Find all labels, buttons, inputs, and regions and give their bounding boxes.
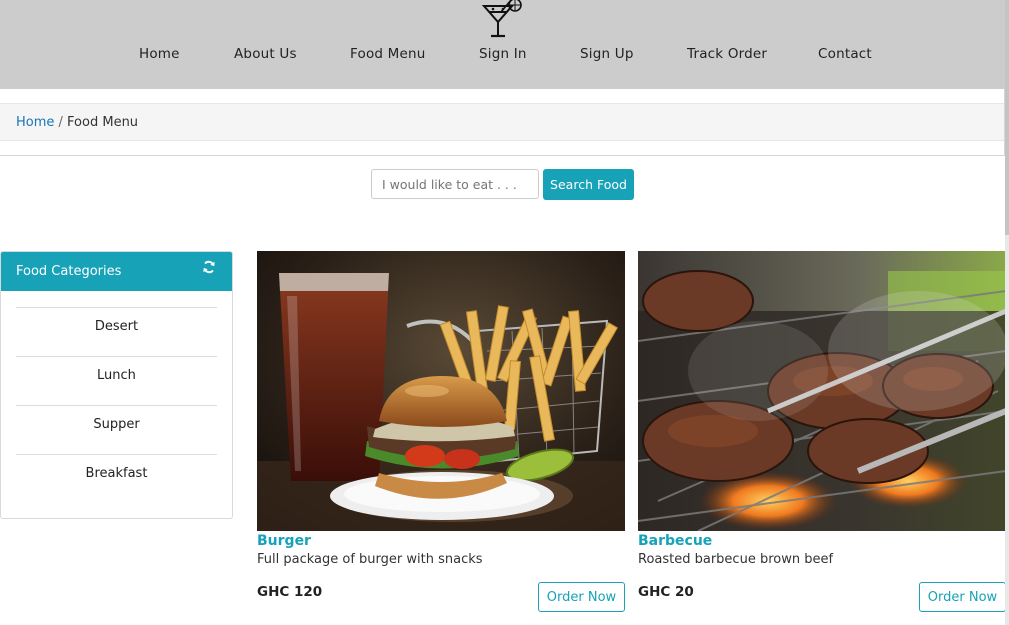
category-desert[interactable]: Desert [16, 307, 217, 356]
food-card-burger: Burger Full package of burger with snack… [257, 251, 625, 625]
cocktail-logo-icon[interactable] [481, 0, 525, 40]
food-title[interactable]: Barbecue [638, 533, 712, 549]
food-description: Full package of burger with snacks [257, 552, 483, 567]
order-now-button[interactable]: Order Now [919, 582, 1006, 612]
food-categories-title: Food Categories [16, 264, 122, 279]
nav-food-menu[interactable]: Food Menu [350, 46, 426, 62]
category-lunch[interactable]: Lunch [16, 356, 217, 405]
category-supper[interactable]: Supper [16, 405, 217, 454]
burger-image[interactable] [257, 251, 625, 531]
search-food-button[interactable]: Search Food [543, 169, 634, 200]
nav-home[interactable]: Home [139, 46, 180, 62]
breadcrumb-section: Home / Food Menu [0, 89, 1005, 156]
food-card-barbecue: Barbecue Roasted barbecue brown beef GHC… [638, 251, 1006, 625]
nav-about-us[interactable]: About Us [234, 46, 297, 62]
nav-sign-in[interactable]: Sign In [479, 46, 527, 62]
barbecue-image[interactable] [638, 251, 1006, 531]
nav-track-order[interactable]: Track Order [687, 46, 767, 62]
breadcrumb: Home / Food Menu [0, 103, 1004, 141]
order-now-button[interactable]: Order Now [538, 582, 625, 612]
breadcrumb-home-link[interactable]: Home [16, 115, 54, 130]
food-title[interactable]: Burger [257, 533, 311, 549]
food-categories-panel: Food Categories Desert Lunch Supper Brea… [0, 251, 233, 519]
food-search-input[interactable] [371, 169, 539, 199]
breadcrumb-current: Food Menu [67, 115, 139, 130]
category-list: Desert Lunch Supper Breakfast [16, 307, 217, 502]
page-scrollbar[interactable] [1005, 0, 1009, 625]
food-price: GHC 120 [257, 584, 323, 600]
food-description: Roasted barbecue brown beef [638, 552, 834, 567]
nav-contact[interactable]: Contact [818, 46, 872, 62]
food-price: GHC 20 [638, 584, 694, 600]
scrollbar-thumb[interactable] [1005, 0, 1009, 235]
nav-sign-up[interactable]: Sign Up [580, 46, 634, 62]
refresh-icon[interactable] [202, 260, 216, 274]
breadcrumb-separator: / [54, 115, 68, 130]
food-categories-header: Food Categories [1, 252, 232, 291]
site-header: Home About Us Food Menu Sign In Sign Up … [0, 0, 1005, 89]
main-nav: Home About Us Food Menu Sign In Sign Up … [0, 46, 1005, 66]
category-breakfast[interactable]: Breakfast [16, 454, 217, 502]
